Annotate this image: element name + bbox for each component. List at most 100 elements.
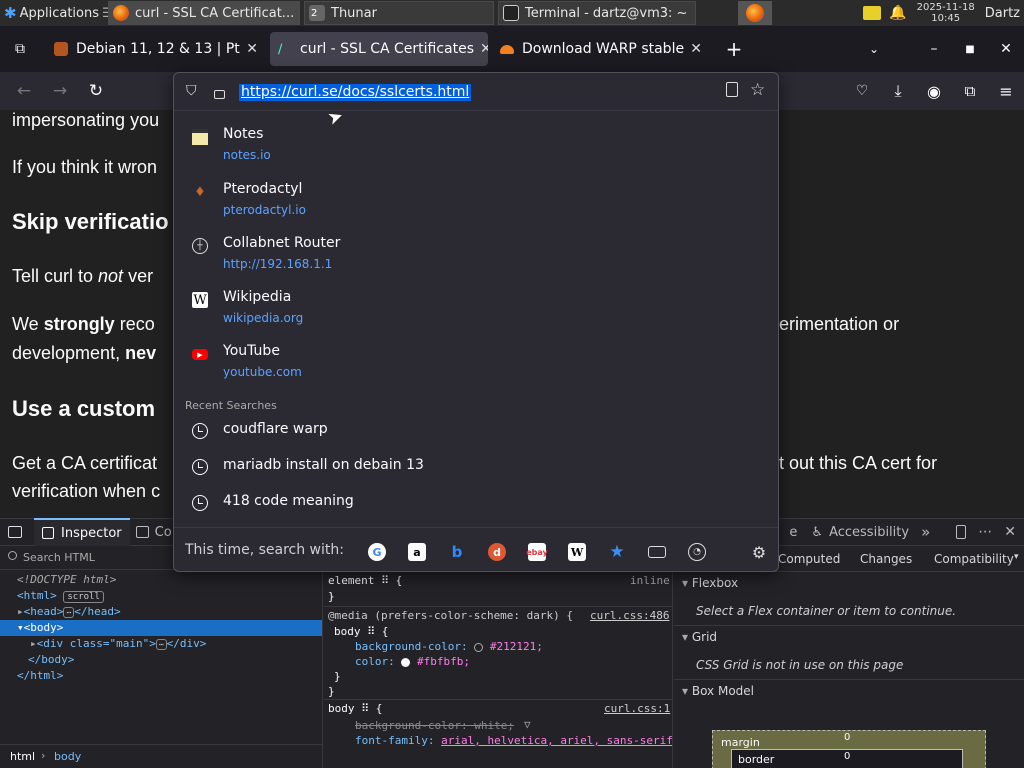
firefox-launcher[interactable] (738, 1, 772, 25)
tree-body-close[interactable]: </body> (28, 653, 74, 666)
tab-overflow-chevron-icon[interactable]: ⌄ (856, 30, 892, 68)
pocket-icon[interactable]: ♡ (844, 72, 880, 110)
close-tab-icon[interactable]: ✕ (684, 41, 702, 57)
terminal-icon (503, 5, 519, 21)
duckduckgo-icon[interactable]: d (488, 543, 506, 561)
tree-html[interactable]: <html> scroll (17, 589, 104, 603)
tab-accessibility[interactable]: ♿ Accessibility (811, 525, 909, 540)
css-declaration[interactable]: color: #fbfbfb; (355, 655, 470, 668)
tracking-protection-shield-icon[interactable]: ⛉ (186, 83, 197, 99)
pterodactyl-icon (54, 42, 68, 56)
ebay-icon[interactable]: ebay (526, 543, 548, 561)
list-all-tabs-icon[interactable]: ⧉ (0, 30, 40, 68)
google-icon[interactable]: G (368, 543, 386, 561)
amazon-icon[interactable]: a (408, 543, 426, 561)
css-declaration[interactable]: background-color: #212121; (355, 640, 543, 653)
taskbar-window-terminal[interactable]: Terminal - dartz@vm3: ~ (498, 1, 696, 25)
rule-source-link[interactable]: curl.css:486 (590, 609, 669, 622)
maximize-icon[interactable]: ■ (952, 30, 988, 68)
css-declaration[interactable]: font-family: arial, helvetica, ariel, sa… (355, 734, 672, 747)
youtube-icon: ▶ (192, 349, 208, 360)
lock-icon[interactable] (214, 90, 225, 99)
menu-icon[interactable]: ≡ (988, 72, 1024, 110)
extensions-icon[interactable]: ⧉ (952, 72, 988, 110)
recent-search-item[interactable]: 418 code meaning (174, 484, 778, 520)
paragraph: If you think it wron (12, 157, 158, 177)
clock[interactable]: 2025-11-18 10:45 (917, 2, 975, 24)
recent-search-item[interactable]: coudflare warp (174, 412, 778, 448)
element-picker-icon[interactable] (8, 526, 22, 538)
color-swatch (474, 642, 484, 652)
suggestion-wikipedia[interactable]: W Wikipedia wikipedia.org (174, 278, 778, 332)
suggestion-router[interactable]: ┼ Collabnet Router http://192.168.1.1 (174, 224, 778, 278)
tree-head[interactable]: ▸<head> ⋯ </head> (17, 605, 121, 618)
devtools-menu-icon[interactable]: ⋯ (978, 524, 992, 540)
tab-warp[interactable]: Download WARP stable r ✕ (492, 32, 710, 66)
bell-icon[interactable]: 🔔 (889, 5, 906, 21)
rule-source-link[interactable]: curl.css:1 (604, 702, 670, 715)
grid-section[interactable]: Grid (682, 630, 717, 644)
close-tab-icon[interactable]: ✕ (240, 41, 258, 57)
taskbar-window-thunar[interactable]: 2 Thunar (304, 1, 494, 25)
breadcrumb-body[interactable]: body (54, 750, 81, 763)
search-html-input[interactable]: Search HTML (23, 551, 95, 564)
breadcrumb-html[interactable]: html (10, 750, 35, 763)
tab-changes[interactable]: Changes (860, 552, 912, 566)
close-tab-icon[interactable]: ✕ (474, 41, 488, 57)
responsive-design-icon[interactable] (956, 525, 967, 539)
bookmarks-star-icon[interactable]: ★ (608, 542, 626, 562)
color-swatch (401, 657, 411, 667)
desktop-taskbar: ✱ Applications ☰ curl - SSL CA Certifica… (0, 0, 1024, 26)
user-menu[interactable]: Dartz (985, 6, 1020, 21)
account-icon[interactable]: ◉ (916, 72, 952, 110)
reload-icon[interactable]: ↻ (78, 72, 114, 110)
tab-compatibility[interactable]: Compatibility (934, 552, 1014, 566)
search-settings-gear-icon[interactable]: ⚙ (750, 543, 768, 562)
pterodactyl-icon: ♦ (194, 184, 206, 200)
suggestion-pterodactyl[interactable]: ♦ Pterodactyl pterodactyl.io (174, 170, 778, 224)
forward-icon[interactable]: → (42, 72, 78, 110)
reader-view-icon[interactable] (726, 82, 738, 97)
filter-icon[interactable]: ▽ (524, 718, 531, 731)
paragraph: We strongly reco (12, 314, 155, 334)
flexbox-section[interactable]: Flexbox (682, 576, 738, 590)
dropdown-chevron-icon[interactable]: ▾ (1014, 552, 1019, 562)
new-tab-icon[interactable]: + (716, 30, 752, 68)
taskbar-window-firefox[interactable]: curl - SSL CA Certificat... (108, 1, 300, 25)
cloudflare-icon (500, 44, 514, 54)
tab-partial[interactable]: e (789, 525, 797, 540)
suggestion-notes[interactable]: Notes notes.io (174, 115, 778, 169)
tab-debian[interactable]: Debian 11, 12 & 13 | Pter ✕ (46, 32, 266, 66)
recent-search-item[interactable]: mariadb install on debain 13 (174, 448, 778, 484)
url-input[interactable]: https://curl.se/docs/sslcerts.html (239, 84, 472, 101)
more-tabs-chevron-icon[interactable]: » (921, 523, 930, 541)
curl-icon: ∕ (278, 42, 283, 57)
network-icon[interactable] (863, 6, 882, 20)
tree-html-close[interactable]: </html> (17, 669, 63, 682)
back-icon[interactable]: ← (6, 72, 42, 110)
box-model-section[interactable]: Box Model (682, 684, 754, 698)
tabs-icon[interactable] (648, 546, 666, 558)
history-icon[interactable]: ◔ (688, 543, 706, 561)
bookmark-star-icon[interactable]: ☆ (750, 80, 765, 100)
tab-console[interactable]: Co (130, 525, 178, 540)
search-icon (8, 551, 17, 560)
tab-computed[interactable]: Computed (778, 552, 840, 566)
applications-menu[interactable]: ✱ Applications ☰ (0, 1, 108, 25)
firefox-icon (113, 5, 129, 21)
tab-curl[interactable]: ∕ curl - SSL CA Certificates ✕ (270, 32, 488, 66)
close-devtools-icon[interactable]: ✕ (1004, 524, 1016, 540)
tree-doctype[interactable]: <!DOCTYPE html> (17, 573, 116, 586)
tab-inspector[interactable]: Inspector (34, 518, 130, 546)
tree-div-main[interactable]: ▸<div class="main"> ⋯ </div> (30, 637, 206, 650)
wikipedia-icon[interactable]: W (568, 543, 586, 561)
downloads-icon[interactable]: ⤓ (880, 72, 916, 110)
suggestion-youtube[interactable]: ▶ YouTube youtube.com (174, 332, 778, 386)
tree-body-selected[interactable]: ▾<body> (0, 620, 322, 636)
bing-icon[interactable]: b (448, 543, 466, 561)
css-declaration-overridden[interactable]: background-color: white; (355, 719, 514, 732)
paragraph: Get a CA certificat (12, 453, 158, 473)
close-window-icon[interactable]: ✕ (988, 30, 1024, 68)
urlbar[interactable]: ⛉ https://curl.se/docs/sslcerts.html ➤ ☆ (174, 73, 778, 130)
minimize-icon[interactable]: – (916, 30, 952, 68)
